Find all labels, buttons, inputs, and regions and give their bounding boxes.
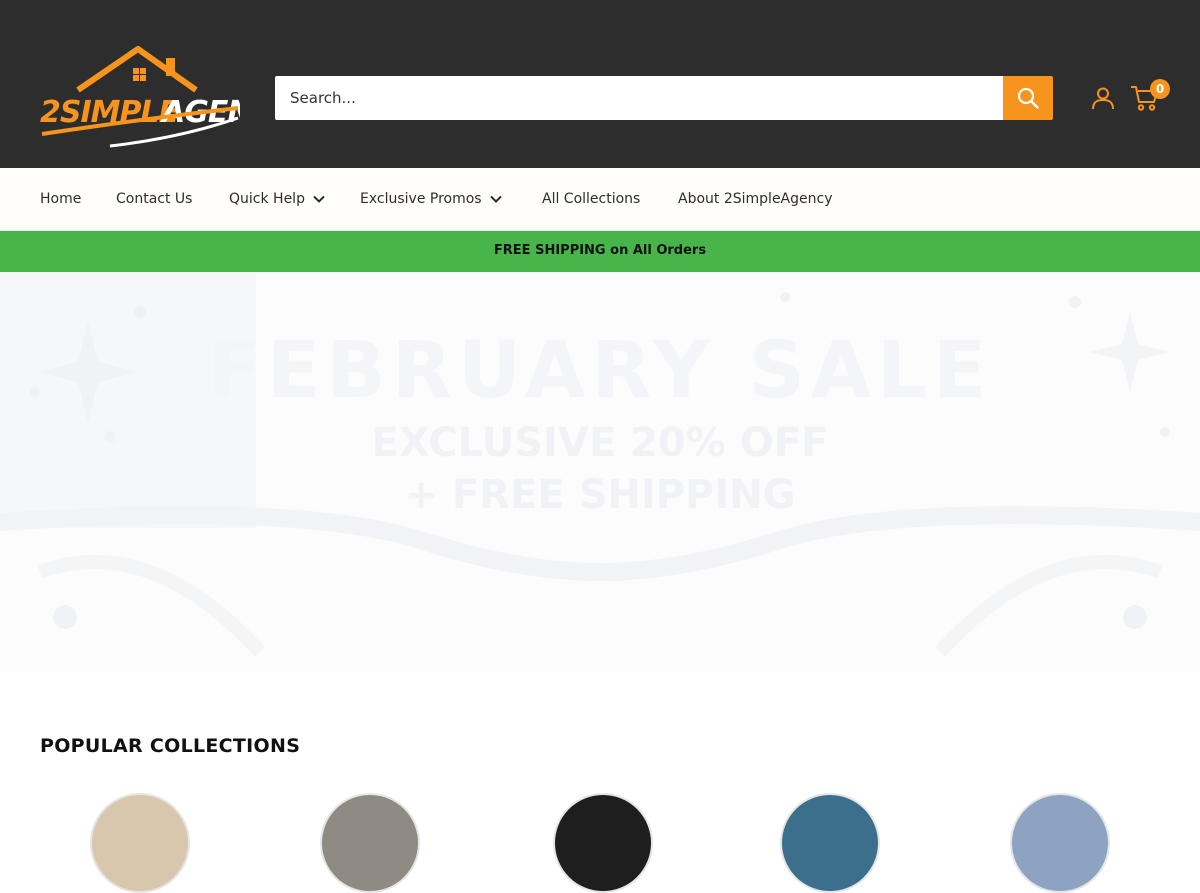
hero-title: FEBRUARY SALE [207,326,993,416]
nav-item-label: All Collections [542,191,641,207]
nav-item-label: About 2SimpleAgency [678,191,833,207]
collection-thumbnail[interactable] [320,793,420,893]
chevron-down-icon [489,195,502,203]
nav-item-about[interactable]: About 2SimpleAgency [678,168,833,230]
collection-thumbnail[interactable] [1010,793,1110,893]
collection-thumbnail[interactable] [90,793,190,893]
nav-item-label: Contact Us [116,191,193,207]
search-button[interactable] [1003,76,1053,120]
main-nav: Home Contact Us Quick Help Exclusive Pro… [0,168,1200,231]
hero-subtitle-2: + FREE SHIPPING [404,472,796,518]
nav-item-all-collections[interactable]: All Collections [542,168,640,230]
hero-banner[interactable]: FEBRUARY SALE EXCLUSIVE 20% OFF + FREE S… [0,272,1200,672]
user-icon [1092,87,1114,110]
nav-item-home[interactable]: Home [40,168,81,230]
magnifier-icon [1017,87,1039,109]
search-bar [275,76,1053,120]
nav-item-exclusive-promos[interactable]: Exclusive Promos [360,168,502,230]
popular-collections-title: POPULAR COLLECTIONS [40,735,301,757]
chevron-down-icon [313,195,325,203]
collection-thumbnail[interactable] [553,793,653,893]
nav-item-label: Home [40,191,82,207]
search-input[interactable] [275,76,1003,120]
collection-thumbnail[interactable] [780,793,880,893]
site-header: 2SIMPLE AGENCY 0 [0,0,1200,168]
nav-item-label: Quick Help [229,191,305,207]
nav-item-label: Exclusive Promos [360,191,482,207]
announcement-bar: FREE SHIPPING on All Orders [0,231,1200,272]
nav-item-quick-help[interactable]: Quick Help [229,168,325,230]
announcement-text: FREE SHIPPING on All Orders [493,243,707,258]
account-button[interactable] [1091,86,1115,110]
nav-item-contact-us[interactable]: Contact Us [116,168,192,230]
brand-logo[interactable]: 2SIMPLE AGENCY [40,45,298,150]
hero-subtitle: EXCLUSIVE 20% OFF [371,420,829,466]
cart-count-badge: 0 [1150,79,1170,99]
